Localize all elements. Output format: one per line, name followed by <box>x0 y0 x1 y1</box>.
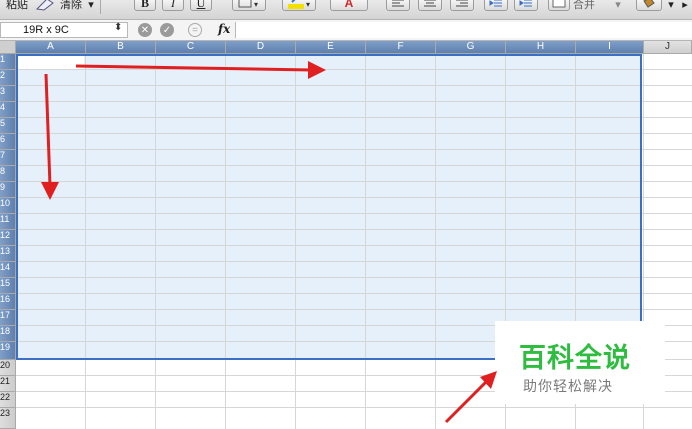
arrow-down-icon <box>41 73 59 200</box>
arrow-up-right-icon <box>444 371 497 424</box>
annotation-arrows <box>41 61 497 424</box>
arrow-right-icon <box>75 61 326 79</box>
